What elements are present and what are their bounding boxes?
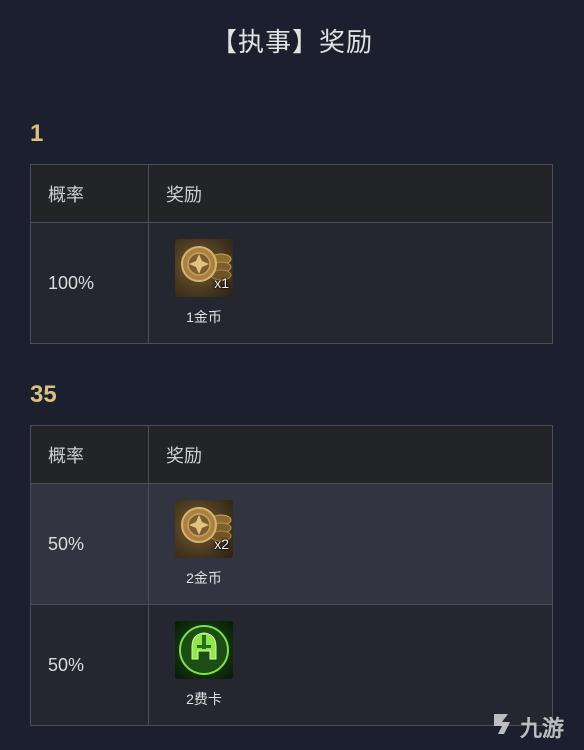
reward-item[interactable]: 2费卡 <box>175 621 233 709</box>
reward-item[interactable]: x2 2金币 <box>175 500 233 588</box>
section-label: 35 <box>30 381 57 408</box>
table-header-row: 概率 奖励 <box>30 425 553 484</box>
probability-cell: 50% <box>30 604 149 726</box>
reward-cell: x2 2金币 <box>148 483 553 605</box>
table-row: 50% 2费卡 <box>30 604 553 726</box>
reward-table: 概率 奖励 50% x2 2金币 50% 2费卡 <box>30 425 553 726</box>
table-row: 50% x2 2金币 <box>30 483 553 605</box>
reward-label: 1金币 <box>186 309 222 325</box>
probability-cell: 50% <box>30 483 149 605</box>
page-title: 【执事】奖励 <box>210 27 373 57</box>
reward-cell: 2费卡 <box>148 604 553 726</box>
header-reward: 奖励 <box>148 425 553 484</box>
coin-icon: x1 <box>175 239 233 297</box>
helmet-card-icon <box>175 621 233 679</box>
reward-cell: x1 1金币 <box>148 222 553 344</box>
header-probability: 概率 <box>30 164 149 223</box>
watermark-text: 九游 <box>519 716 564 741</box>
reward-table: 概率 奖励 100% x1 1金币 <box>30 164 553 344</box>
header-reward: 奖励 <box>148 164 553 223</box>
table-header-row: 概率 奖励 <box>30 164 553 223</box>
9you-logo-icon <box>488 710 516 744</box>
probability-cell: 100% <box>30 222 149 344</box>
table-row: 100% x1 1金币 <box>30 222 553 344</box>
quantity-label: x2 <box>214 536 229 552</box>
reward-label: 2金币 <box>186 570 222 586</box>
coin-icon: x2 <box>175 500 233 558</box>
reward-item[interactable]: x1 1金币 <box>175 239 233 327</box>
quantity-label: x1 <box>214 275 229 291</box>
watermark: 九游 <box>488 710 564 744</box>
header-probability: 概率 <box>30 425 149 484</box>
section-label: 1 <box>30 120 44 147</box>
reward-label: 2费卡 <box>186 691 222 707</box>
